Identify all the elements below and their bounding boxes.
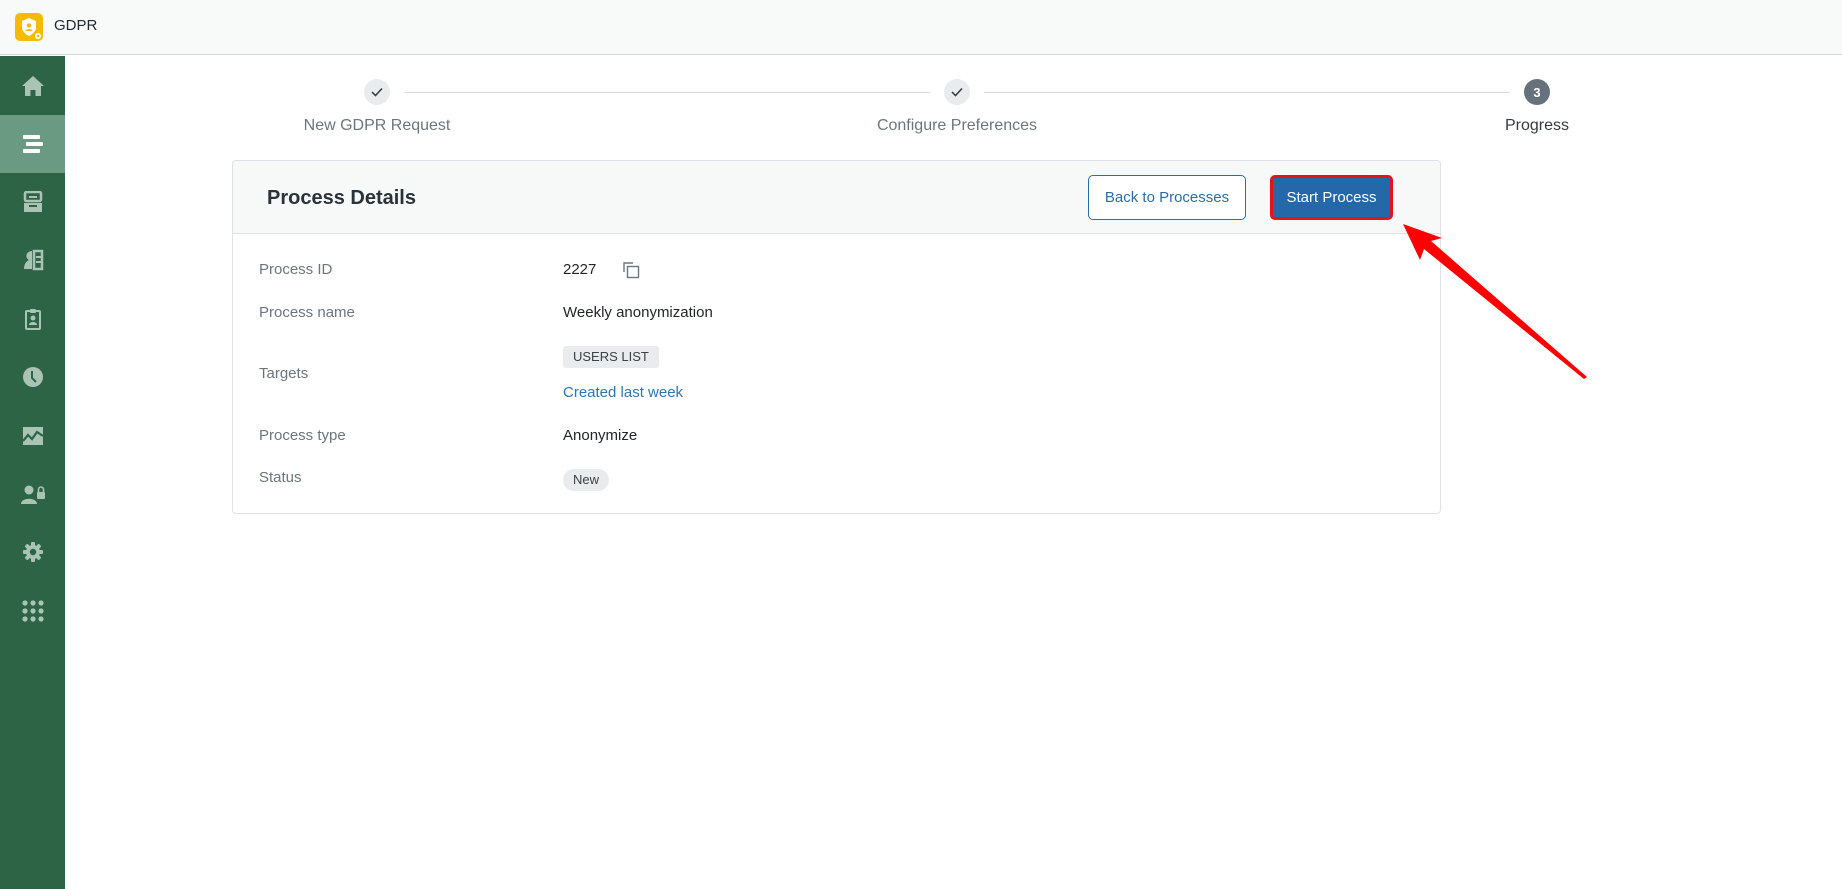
archive-icon bbox=[23, 191, 42, 212]
process-details-card: Process Details Back to Processes Start … bbox=[232, 160, 1441, 514]
sidebar-item-home[interactable] bbox=[0, 57, 65, 115]
sidebar-item-apps[interactable] bbox=[0, 582, 65, 640]
sidebar-item-consents[interactable] bbox=[0, 290, 65, 348]
app-title: GDPR bbox=[54, 17, 98, 34]
user-lock-icon bbox=[20, 485, 45, 504]
sidebar-item-archive[interactable] bbox=[0, 173, 65, 231]
process-name-value: Weekly anonymization bbox=[563, 304, 713, 321]
user-document-icon bbox=[23, 249, 43, 271]
top-bar: GDPR bbox=[0, 0, 1842, 55]
process-id-value: 2227 bbox=[563, 261, 597, 278]
sidebar-item-requests[interactable] bbox=[0, 231, 65, 289]
clipboard-user-icon bbox=[24, 309, 41, 330]
process-id-label: Process ID bbox=[259, 261, 333, 278]
gear-icon bbox=[22, 542, 43, 562]
step-1-label: New GDPR Request bbox=[303, 117, 451, 134]
grid-icon bbox=[21, 600, 44, 622]
process-name-label: Process name bbox=[259, 304, 355, 321]
step-3-label: Progress bbox=[1504, 117, 1570, 134]
target-tag: USERS LIST bbox=[563, 346, 659, 368]
shield-user-icon[interactable] bbox=[15, 13, 43, 41]
start-process-button[interactable]: Start Process bbox=[1270, 175, 1393, 220]
status-badge: New bbox=[563, 469, 610, 491]
step-connector bbox=[404, 92, 930, 93]
sidebar-item-processes[interactable] bbox=[0, 115, 65, 173]
sidebar-item-history[interactable] bbox=[0, 348, 65, 406]
sidebar-item-access[interactable] bbox=[0, 465, 65, 523]
chart-icon bbox=[21, 427, 44, 445]
list-icon bbox=[22, 135, 43, 153]
step-3-number: 3 bbox=[1524, 79, 1550, 105]
process-type-label: Process type bbox=[259, 427, 346, 444]
step-connector bbox=[984, 92, 1510, 93]
step-2-label: Configure Preferences bbox=[876, 117, 1038, 134]
sidebar-item-reports[interactable] bbox=[0, 407, 65, 465]
targets-label: Targets bbox=[259, 365, 309, 382]
card-title: Process Details bbox=[267, 187, 416, 209]
back-to-processes-button[interactable]: Back to Processes bbox=[1088, 175, 1246, 220]
sidebar bbox=[0, 56, 65, 889]
step-1-check-icon bbox=[364, 79, 390, 105]
card-header: Process Details Back to Processes Start … bbox=[233, 161, 1440, 234]
step-2-check-icon bbox=[944, 79, 970, 105]
clock-icon bbox=[22, 367, 43, 387]
sidebar-item-settings[interactable] bbox=[0, 523, 65, 581]
copy-icon[interactable] bbox=[621, 260, 641, 280]
target-filter-link[interactable]: Created last week bbox=[563, 384, 683, 401]
process-type-value: Anonymize bbox=[563, 427, 638, 444]
home-icon bbox=[21, 76, 44, 96]
status-label: Status bbox=[259, 469, 302, 486]
